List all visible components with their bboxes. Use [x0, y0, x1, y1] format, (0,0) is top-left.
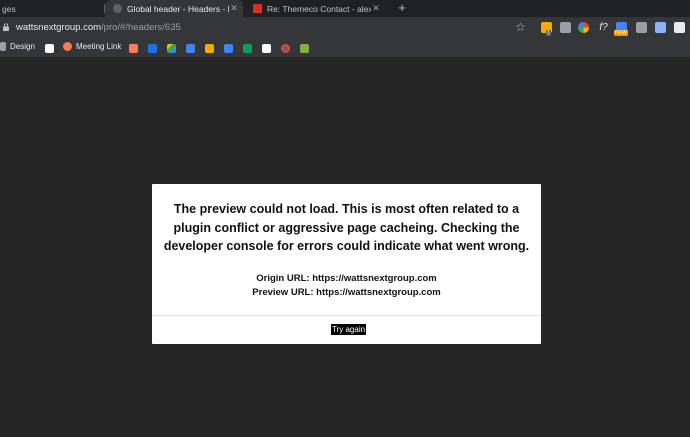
- profile-extension-icon[interactable]: [674, 22, 685, 33]
- bookmarks-bar: Design Meeting Link: [0, 39, 690, 58]
- preview-url: Preview URL: https://wattsnextgroup.com: [252, 287, 441, 298]
- bookmark-design[interactable]: Design: [0, 42, 35, 51]
- hubspot-icon: [63, 42, 72, 51]
- upwork-icon[interactable]: [300, 44, 309, 53]
- new-tab-button[interactable]: +: [395, 0, 409, 17]
- tab-title: Re: Themeco Contact - alex@al: [267, 3, 371, 14]
- record-icon[interactable]: [281, 44, 290, 53]
- tab-title: ges: [2, 3, 16, 14]
- lock-icon[interactable]: [3, 23, 9, 31]
- bookmark-meeting-link[interactable]: Meeting Link: [63, 42, 121, 51]
- tab-gmail[interactable]: Re: Themeco Contact - alex@al ✕: [245, 0, 385, 17]
- address-bar: wattsnextgroup.com/pro/#/headers/635 ☆ 1…: [0, 17, 690, 39]
- hubspot-sprocket-icon[interactable]: [129, 44, 138, 53]
- close-icon[interactable]: ✕: [371, 3, 381, 14]
- tab-strip: ges Global header - Headers - Pro ✕ Re: …: [0, 0, 690, 17]
- tab-pages[interactable]: ges: [0, 0, 100, 17]
- bookmark-label: Design: [10, 42, 35, 51]
- preview-error-dialog: The preview could not load. This is most…: [152, 184, 541, 344]
- analytics-icon[interactable]: [205, 44, 214, 53]
- url-path: /pro/#/headers/635: [101, 22, 181, 33]
- font-extension-icon[interactable]: f?: [598, 22, 609, 33]
- window-extension-icon[interactable]: [655, 22, 666, 33]
- calendar-icon[interactable]: [148, 44, 157, 53]
- extension-badge: 1: [546, 30, 551, 36]
- bookmark-label: Meeting Link: [76, 42, 122, 51]
- error-message: The preview could not load. This is most…: [163, 202, 530, 253]
- grid-extension-icon[interactable]: [560, 22, 571, 33]
- bookmark-star-icon[interactable]: ☆: [515, 20, 526, 34]
- globe-icon: [113, 4, 122, 13]
- dialog-divider: [152, 315, 541, 316]
- close-icon[interactable]: ✕: [229, 3, 239, 14]
- google-sheets-icon[interactable]: [243, 44, 252, 53]
- tab-title: Global header - Headers - Pro: [127, 3, 229, 14]
- url-host: wattsnextgroup.com: [16, 22, 102, 33]
- google-drive-icon[interactable]: [167, 44, 176, 53]
- origin-url: Origin URL: https://wattsnextgroup.com: [256, 273, 437, 284]
- google-calendar-icon[interactable]: [186, 44, 195, 53]
- try-again-button[interactable]: Try again: [331, 324, 367, 335]
- url-field[interactable]: wattsnextgroup.com/pro/#/headers/635: [16, 22, 181, 33]
- tab-global-header[interactable]: Global header - Headers - Pro ✕: [105, 0, 243, 17]
- google-docs-icon[interactable]: [224, 44, 233, 53]
- blank-page-icon[interactable]: [45, 44, 54, 53]
- color-picker-extension-icon[interactable]: [578, 22, 589, 33]
- gmail-icon: [253, 4, 262, 13]
- folder-icon: [0, 42, 6, 51]
- extension-badge: NEW: [614, 30, 628, 36]
- puzzle-extension-icon[interactable]: [636, 22, 647, 33]
- notion-icon[interactable]: [262, 44, 271, 53]
